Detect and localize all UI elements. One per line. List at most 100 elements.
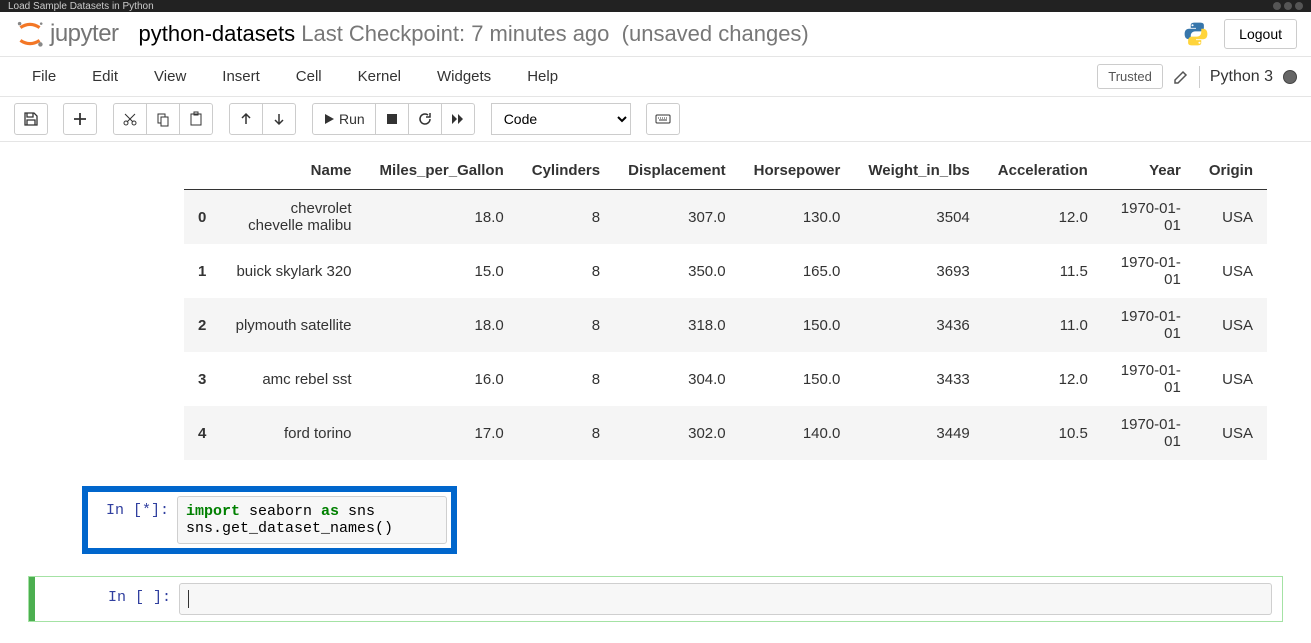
menu-kernel[interactable]: Kernel: [340, 60, 419, 93]
table-cell: USA: [1195, 352, 1267, 406]
restart-button[interactable]: [408, 103, 442, 135]
code-cell-running[interactable]: In [*]: import seaborn as sns sns.get_da…: [82, 486, 457, 554]
save-icon: [23, 111, 39, 127]
code-input[interactable]: import seaborn as sns sns.get_dataset_na…: [177, 496, 447, 544]
edit-icon[interactable]: [1173, 69, 1189, 85]
notebook-area: NameMiles_per_GallonCylindersDisplacemen…: [0, 142, 1311, 640]
arrow-down-icon: [271, 111, 287, 127]
table-cell: 8: [518, 244, 614, 298]
table-cell: amc rebel sst: [220, 352, 365, 406]
restart-run-all-button[interactable]: [441, 103, 475, 135]
table-cell: 1970-01-01: [1102, 298, 1195, 352]
logout-button[interactable]: Logout: [1224, 19, 1297, 49]
checkpoint-text: Last Checkpoint: 7 minutes ago (unsaved …: [301, 21, 809, 46]
table-cell: 11.0: [984, 298, 1102, 352]
table-cell: 18.0: [366, 298, 518, 352]
browser-window-controls: [1273, 2, 1303, 10]
column-header: Horsepower: [740, 152, 855, 190]
add-cell-button[interactable]: [63, 103, 97, 135]
toolbar: Run Code: [0, 97, 1311, 142]
maximize-icon[interactable]: [1284, 2, 1292, 10]
table-cell: 130.0: [740, 190, 855, 245]
paste-icon: [188, 111, 204, 127]
cell-prompt: In [ ]:: [29, 583, 179, 615]
table-cell: 150.0: [740, 298, 855, 352]
menu-file[interactable]: File: [14, 60, 74, 93]
table-cell: 3504: [854, 190, 983, 245]
menu-edit[interactable]: Edit: [74, 60, 136, 93]
cell-type-select[interactable]: Code: [491, 103, 631, 135]
run-label: Run: [339, 111, 365, 127]
jupyter-logo-icon: [14, 18, 46, 50]
kernel-name[interactable]: Python 3: [1210, 68, 1273, 86]
menubar: FileEditViewInsertCellKernelWidgetsHelp …: [0, 57, 1311, 97]
table-cell: chevrolet chevelle malibu: [220, 190, 365, 245]
table-cell: 3436: [854, 298, 983, 352]
table-cell: 8: [518, 352, 614, 406]
play-icon: [323, 113, 335, 125]
trusted-indicator[interactable]: Trusted: [1097, 64, 1163, 89]
move-up-button[interactable]: [229, 103, 263, 135]
table-cell: 8: [518, 298, 614, 352]
table-row: 4ford torino17.08302.0140.0344910.51970-…: [184, 406, 1267, 460]
menu-widgets[interactable]: Widgets: [419, 60, 509, 93]
notebook-name: python-datasets: [139, 21, 296, 46]
table-cell: 140.0: [740, 406, 855, 460]
table-cell: 150.0: [740, 352, 855, 406]
cut-button[interactable]: [113, 103, 147, 135]
save-button[interactable]: [14, 103, 48, 135]
code-input[interactable]: [179, 583, 1272, 615]
copy-button[interactable]: [146, 103, 180, 135]
plus-icon: [72, 111, 88, 127]
notebook-header: jupyter python-datasets Last Checkpoint:…: [0, 12, 1311, 57]
table-cell: 18.0: [366, 190, 518, 245]
move-down-button[interactable]: [262, 103, 296, 135]
kernel-status-icon: [1283, 70, 1297, 84]
table-cell: plymouth satellite: [220, 298, 365, 352]
table-cell: 15.0: [366, 244, 518, 298]
jupyter-logo[interactable]: jupyter: [14, 18, 119, 50]
table-cell: USA: [1195, 190, 1267, 245]
table-cell: 3449: [854, 406, 983, 460]
run-button[interactable]: Run: [312, 103, 376, 135]
table-cell: 1970-01-01: [1102, 352, 1195, 406]
cell-prompt: In [*]:: [92, 496, 177, 544]
table-cell: 3693: [854, 244, 983, 298]
table-cell: 304.0: [614, 352, 740, 406]
python-icon: [1182, 20, 1210, 48]
jupyter-logo-text: jupyter: [50, 20, 119, 48]
table-cell: 350.0: [614, 244, 740, 298]
stop-icon: [384, 111, 400, 127]
notebook-title[interactable]: python-datasets Last Checkpoint: 7 minut…: [139, 21, 809, 47]
code-cell-selected[interactable]: In [ ]:: [28, 576, 1283, 622]
column-header: Origin: [1195, 152, 1267, 190]
interrupt-button[interactable]: [375, 103, 409, 135]
close-icon[interactable]: [1295, 2, 1303, 10]
column-header: Miles_per_Gallon: [366, 152, 518, 190]
column-header: Cylinders: [518, 152, 614, 190]
menu-help[interactable]: Help: [509, 60, 576, 93]
menu-cell[interactable]: Cell: [278, 60, 340, 93]
column-header: Name: [220, 152, 365, 190]
table-cell: 307.0: [614, 190, 740, 245]
table-cell: 16.0: [366, 352, 518, 406]
table-cell: 12.0: [984, 190, 1102, 245]
table-cell: 10.5: [984, 406, 1102, 460]
paste-button[interactable]: [179, 103, 213, 135]
column-header: Displacement: [614, 152, 740, 190]
command-palette-button[interactable]: [646, 103, 680, 135]
browser-tab-title: Load Sample Datasets in Python: [8, 1, 154, 12]
scissors-icon: [122, 111, 138, 127]
dataframe-output: NameMiles_per_GallonCylindersDisplacemen…: [184, 152, 1267, 460]
menu-insert[interactable]: Insert: [204, 60, 278, 93]
menu-view[interactable]: View: [136, 60, 204, 93]
minimize-icon[interactable]: [1273, 2, 1281, 10]
table-cell: 8: [518, 190, 614, 245]
column-header: Acceleration: [984, 152, 1102, 190]
table-cell: 318.0: [614, 298, 740, 352]
browser-tab-bar: Load Sample Datasets in Python: [0, 0, 1311, 12]
table-row: 2plymouth satellite18.08318.0150.0343611…: [184, 298, 1267, 352]
table-cell: 165.0: [740, 244, 855, 298]
table-cell: USA: [1195, 406, 1267, 460]
table-cell: 3433: [854, 352, 983, 406]
